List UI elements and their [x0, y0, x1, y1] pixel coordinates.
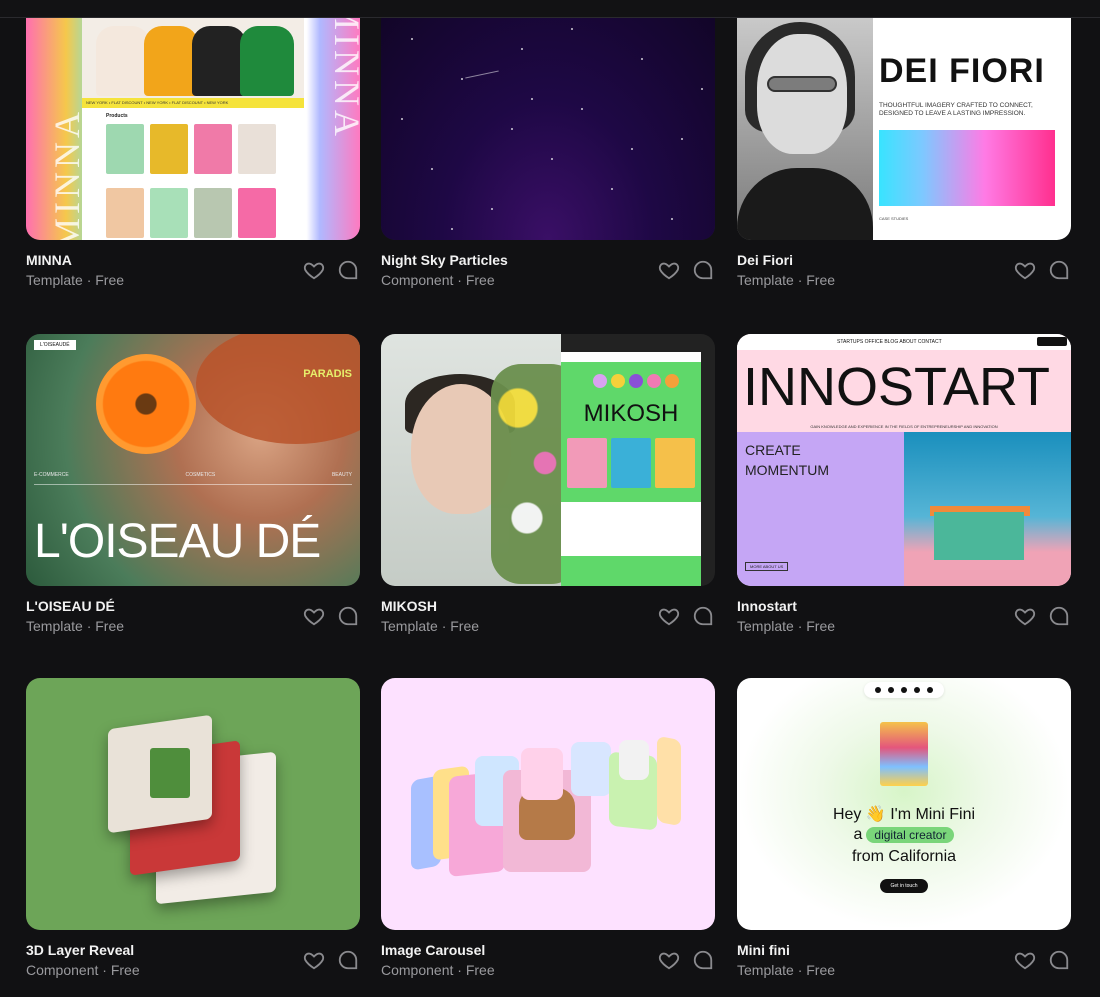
card-dei-fiori[interactable]: DEI FIORI THOUGHTFUL IMAGERY CRAFTED TO … [737, 18, 1071, 294]
comment-icon[interactable] [1047, 948, 1071, 972]
card-subtitle: Component · Free [381, 272, 495, 288]
card-title[interactable]: 3D Layer Reveal [26, 942, 134, 958]
card-title[interactable]: Image Carousel [381, 942, 485, 958]
inno-subtitle: GAIN KNOWLEDGE AND EXPERIENCE IN THE FIE… [810, 424, 998, 429]
card-thumbnail[interactable]: STARTUPS OFFICE BLOG ABOUT CONTACT INNOS… [737, 334, 1071, 586]
heart-icon[interactable] [302, 948, 326, 972]
card-innostart[interactable]: STARTUPS OFFICE BLOG ABOUT CONTACT INNOS… [737, 334, 1071, 640]
minna-products-label: Products [106, 113, 128, 119]
card-thumbnail[interactable]: MIKOSH [381, 334, 715, 586]
heart-icon[interactable] [302, 604, 326, 628]
heart-icon[interactable] [657, 258, 681, 282]
card-title[interactable]: Night Sky Particles [381, 252, 508, 268]
heart-icon[interactable] [1013, 258, 1037, 282]
inno-momentum: MOMENTUM [745, 462, 829, 478]
card-title[interactable]: Dei Fiori [737, 252, 793, 268]
card-mikosh[interactable]: MIKOSH MIKOSH Template · Free [381, 334, 715, 640]
top-bar [0, 0, 1100, 18]
card-loiseau-de[interactable]: L'OISEAUDÉ PARADIS E-COMMERCE COSMETICS … [26, 334, 360, 640]
card-title[interactable]: L'OISEAU DÉ [26, 598, 115, 614]
comment-icon[interactable] [336, 258, 360, 282]
card-night-sky-particles[interactable]: Night Sky Particles Component · Free [381, 18, 715, 294]
inno-more-button: MORE ABOUT US [745, 562, 789, 571]
card-thumbnail[interactable]: Hey 👋 I'm Mini Fini a digital creator fro… [737, 678, 1071, 930]
card-title[interactable]: MINNA [26, 252, 72, 268]
comment-icon[interactable] [1047, 258, 1071, 282]
dei-fiori-logo: DEI FIORI [879, 52, 1045, 90]
card-subtitle: Template · Free [737, 618, 836, 634]
mini-line1: Hey 👋 I'm Mini Fini [832, 806, 976, 823]
card-thumbnail[interactable]: NEW YORK • FLAT DISCOUNT • NEW YORK • FL… [26, 18, 360, 240]
oiseau-nav: E-COMMERCE COSMETICS BEAUTY [34, 472, 352, 485]
card-3d-layer-reveal[interactable]: 3D Layer Reveal Component · Free [26, 678, 360, 984]
mini-nav-pill [864, 682, 944, 698]
card-thumbnail[interactable] [381, 18, 715, 240]
card-subtitle: Template · Free [381, 618, 480, 634]
heart-icon[interactable] [302, 258, 326, 282]
card-thumbnail[interactable]: L'OISEAUDÉ PARADIS E-COMMERCE COSMETICS … [26, 334, 360, 586]
card-subtitle: Template · Free [737, 962, 836, 978]
inno-nav: STARTUPS OFFICE BLOG ABOUT CONTACT [837, 339, 942, 345]
comment-icon[interactable] [691, 604, 715, 628]
card-title[interactable]: Mini fini [737, 942, 790, 958]
heart-icon[interactable] [1013, 948, 1037, 972]
card-thumbnail[interactable] [381, 678, 715, 930]
minna-side-text: MINNA [327, 18, 360, 140]
oiseau-title: L'OISEAU DÉ [34, 515, 321, 568]
card-minna[interactable]: NEW YORK • FLAT DISCOUNT • NEW YORK • FL… [26, 18, 360, 294]
card-subtitle: Template · Free [737, 272, 836, 288]
card-thumbnail[interactable] [26, 678, 360, 930]
heart-icon[interactable] [1013, 604, 1037, 628]
comment-icon[interactable] [691, 948, 715, 972]
comment-icon[interactable] [336, 948, 360, 972]
card-title[interactable]: MIKOSH [381, 598, 437, 614]
minna-side-text-left: MINNA [47, 108, 87, 240]
comment-icon[interactable] [691, 258, 715, 282]
dei-fiori-tagline: THOUGHTFUL IMAGERY CRAFTED TO CONNECT, D… [879, 102, 1033, 117]
oiseau-brand: L'OISEAUDÉ [34, 340, 76, 350]
oiseau-nav-item: BEAUTY [331, 472, 352, 478]
oiseau-nav-item: E-COMMERCE [34, 472, 69, 478]
oiseau-nav-item: COSMETICS [185, 472, 216, 478]
inno-title: INNOSTART [743, 357, 1051, 417]
card-title[interactable]: Innostart [737, 598, 797, 614]
mini-get-in-touch-button: Get in touch [880, 879, 928, 893]
card-subtitle: Component · Free [381, 962, 495, 978]
inno-create: CREATE [745, 442, 801, 458]
dei-fiori-case-label: CASE STUDIES [879, 216, 909, 221]
comment-icon[interactable] [336, 604, 360, 628]
mini-line3: from California [851, 848, 957, 865]
heart-icon[interactable] [657, 604, 681, 628]
comment-icon[interactable] [1047, 604, 1071, 628]
mini-tag: digital creator [866, 826, 955, 843]
card-subtitle: Component · Free [26, 962, 140, 978]
card-mini-fini[interactable]: Hey 👋 I'm Mini Fini a digital creator fro… [737, 678, 1071, 984]
heart-icon[interactable] [657, 948, 681, 972]
card-subtitle: Template · Free [26, 618, 125, 634]
card-subtitle: Template · Free [26, 272, 125, 288]
card-image-carousel[interactable]: Image Carousel Component · Free [381, 678, 715, 984]
mini-line2-prefix: a [853, 826, 863, 843]
oiseau-paradis: PARADIS [303, 368, 352, 380]
mikosh-logo: MIKOSH [583, 400, 679, 427]
card-thumbnail[interactable]: DEI FIORI THOUGHTFUL IMAGERY CRAFTED TO … [737, 18, 1071, 240]
minna-ticker: NEW YORK • FLAT DISCOUNT • NEW YORK • FL… [82, 98, 304, 108]
